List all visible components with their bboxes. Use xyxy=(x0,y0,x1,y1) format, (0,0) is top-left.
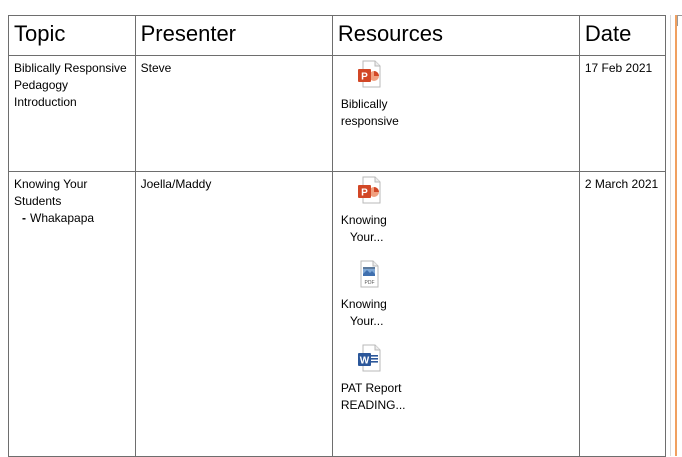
presenter-cell[interactable]: Joella/Maddy xyxy=(134,171,333,457)
date-cell[interactable]: 17 Feb 2021 xyxy=(578,55,667,172)
topic-cell[interactable]: Knowing Your Students - Whakapapa xyxy=(8,171,136,457)
svg-text:P: P xyxy=(361,72,368,83)
svg-text:PDF: PDF xyxy=(364,280,374,286)
svg-text:W: W xyxy=(360,356,370,367)
header-topic: Topic xyxy=(8,15,136,56)
attachment-label-line1: PAT Report xyxy=(340,381,402,395)
topic-cell[interactable]: Biblically Responsive Pedagogy Introduct… xyxy=(8,55,136,172)
svg-text:P: P xyxy=(361,188,368,199)
header-resources: Resources xyxy=(331,15,580,56)
powerpoint-icon: P xyxy=(356,176,382,204)
attachment-knowing-your-pdf[interactable]: PDF Knowing Your... xyxy=(341,260,417,330)
bullet-dash-icon: - xyxy=(22,211,26,225)
header-presenter: Presenter xyxy=(134,15,333,56)
topic-text: Biblically Responsive Pedagogy Introduct… xyxy=(14,61,127,109)
resources-cell: P Biblically responsive xyxy=(331,55,580,172)
attachment-label-line2: responsive xyxy=(340,114,399,128)
attachment-pat-report-reading[interactable]: W PAT Report READING... xyxy=(341,344,417,414)
date-cell[interactable]: 2 March 2021 xyxy=(578,171,667,457)
attachment-label-line2: READING... xyxy=(340,398,406,412)
presenter-text: Joella/Maddy xyxy=(140,177,212,191)
presenter-cell[interactable]: Steve xyxy=(134,55,333,172)
presenter-text: Steve xyxy=(140,61,172,75)
topic-subitem-text: Whakapapa xyxy=(30,211,95,225)
table-row: Biblically Responsive Pedagogy Introduct… xyxy=(8,55,667,172)
attachment-label-line1: Knowing xyxy=(340,213,387,227)
resources-cell: P Knowing Your... PDF Knowing Your... W … xyxy=(331,171,580,457)
attachment-label-line2: Your... xyxy=(349,230,384,244)
header-date: Date xyxy=(578,15,667,56)
side-margin-rule xyxy=(675,15,677,456)
attachment-label-line1: Biblically xyxy=(340,97,388,111)
attachment-label-line2: Your... xyxy=(349,314,384,328)
powerpoint-icon: P xyxy=(356,60,382,88)
attachment-biblically-responsive[interactable]: P Biblically responsive xyxy=(341,60,417,130)
date-text: 17 Feb 2021 xyxy=(584,61,653,75)
date-text: 2 March 2021 xyxy=(584,177,659,191)
topic-text: Knowing Your Students xyxy=(14,177,88,208)
table-header-row: Topic Presenter Resources Date xyxy=(8,15,667,56)
word-icon: W xyxy=(356,344,382,372)
pdf-icon: PDF xyxy=(356,260,382,288)
page-edge-divider xyxy=(670,15,671,456)
attachment-label-line1: Knowing xyxy=(340,297,387,311)
attachment-knowing-your-pptx[interactable]: P Knowing Your... xyxy=(341,176,417,246)
resources-table: Topic Presenter Resources Date Biblicall… xyxy=(8,15,667,457)
crop-mark xyxy=(677,15,682,26)
topic-subitem: - Whakapapa xyxy=(14,210,131,227)
table-row: Knowing Your Students - Whakapapa Joella/… xyxy=(8,171,667,457)
